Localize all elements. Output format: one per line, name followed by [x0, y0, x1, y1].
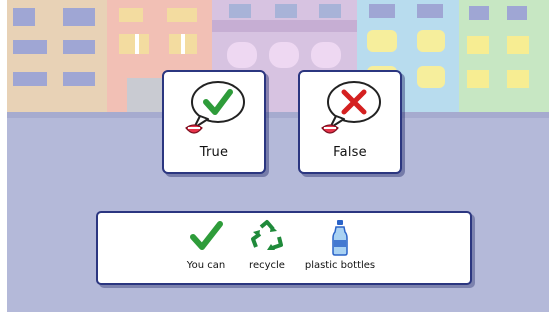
- word-plastic-bottles-label: plastic bottles: [304, 260, 376, 271]
- word-you-can-label: You can: [186, 260, 226, 271]
- activity-scene: True False You can recycle plastic bottl…: [7, 0, 549, 312]
- plastic-bottle-icon: [332, 220, 348, 256]
- word-plastic-bottles: plastic bottles: [298, 215, 382, 283]
- word-recycle: recycle: [242, 215, 292, 283]
- sentence-strip: You can recycle plastic bottles: [96, 211, 472, 285]
- false-button[interactable]: False: [298, 70, 402, 174]
- checkmark-icon: [190, 221, 223, 250]
- true-label: True: [199, 145, 229, 160]
- false-speech-icon: [321, 81, 381, 134]
- true-button[interactable]: True: [162, 70, 266, 174]
- recycle-icon: [251, 220, 283, 250]
- word-you-can: You can: [180, 215, 232, 283]
- false-label: False: [333, 145, 367, 160]
- word-recycle-label: recycle: [249, 260, 285, 271]
- true-speech-icon: [185, 81, 245, 134]
